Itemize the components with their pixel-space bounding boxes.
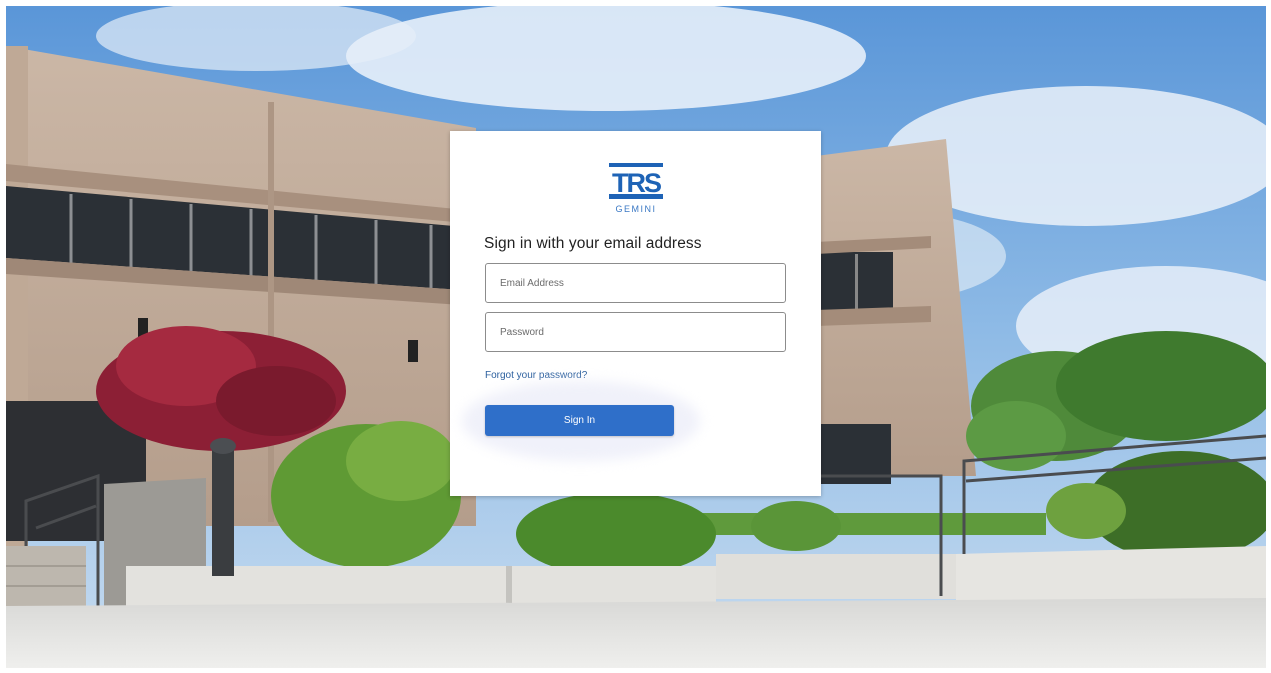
logo-subtext: GEMINI [615,204,656,214]
trs-gemini-logo: TRS GEMINI [606,161,666,217]
password-field[interactable] [485,312,786,352]
logo-text: TRS [612,168,661,198]
sign-in-button[interactable]: Sign In [485,405,674,436]
email-field[interactable] [485,263,786,303]
logo-mark: TRS GEMINI [609,163,663,214]
signin-heading: Sign in with your email address [484,235,702,252]
login-card: TRS GEMINI Sign in with your email addre… [450,131,821,496]
forgot-password-link[interactable]: Forgot your password? [485,370,587,381]
